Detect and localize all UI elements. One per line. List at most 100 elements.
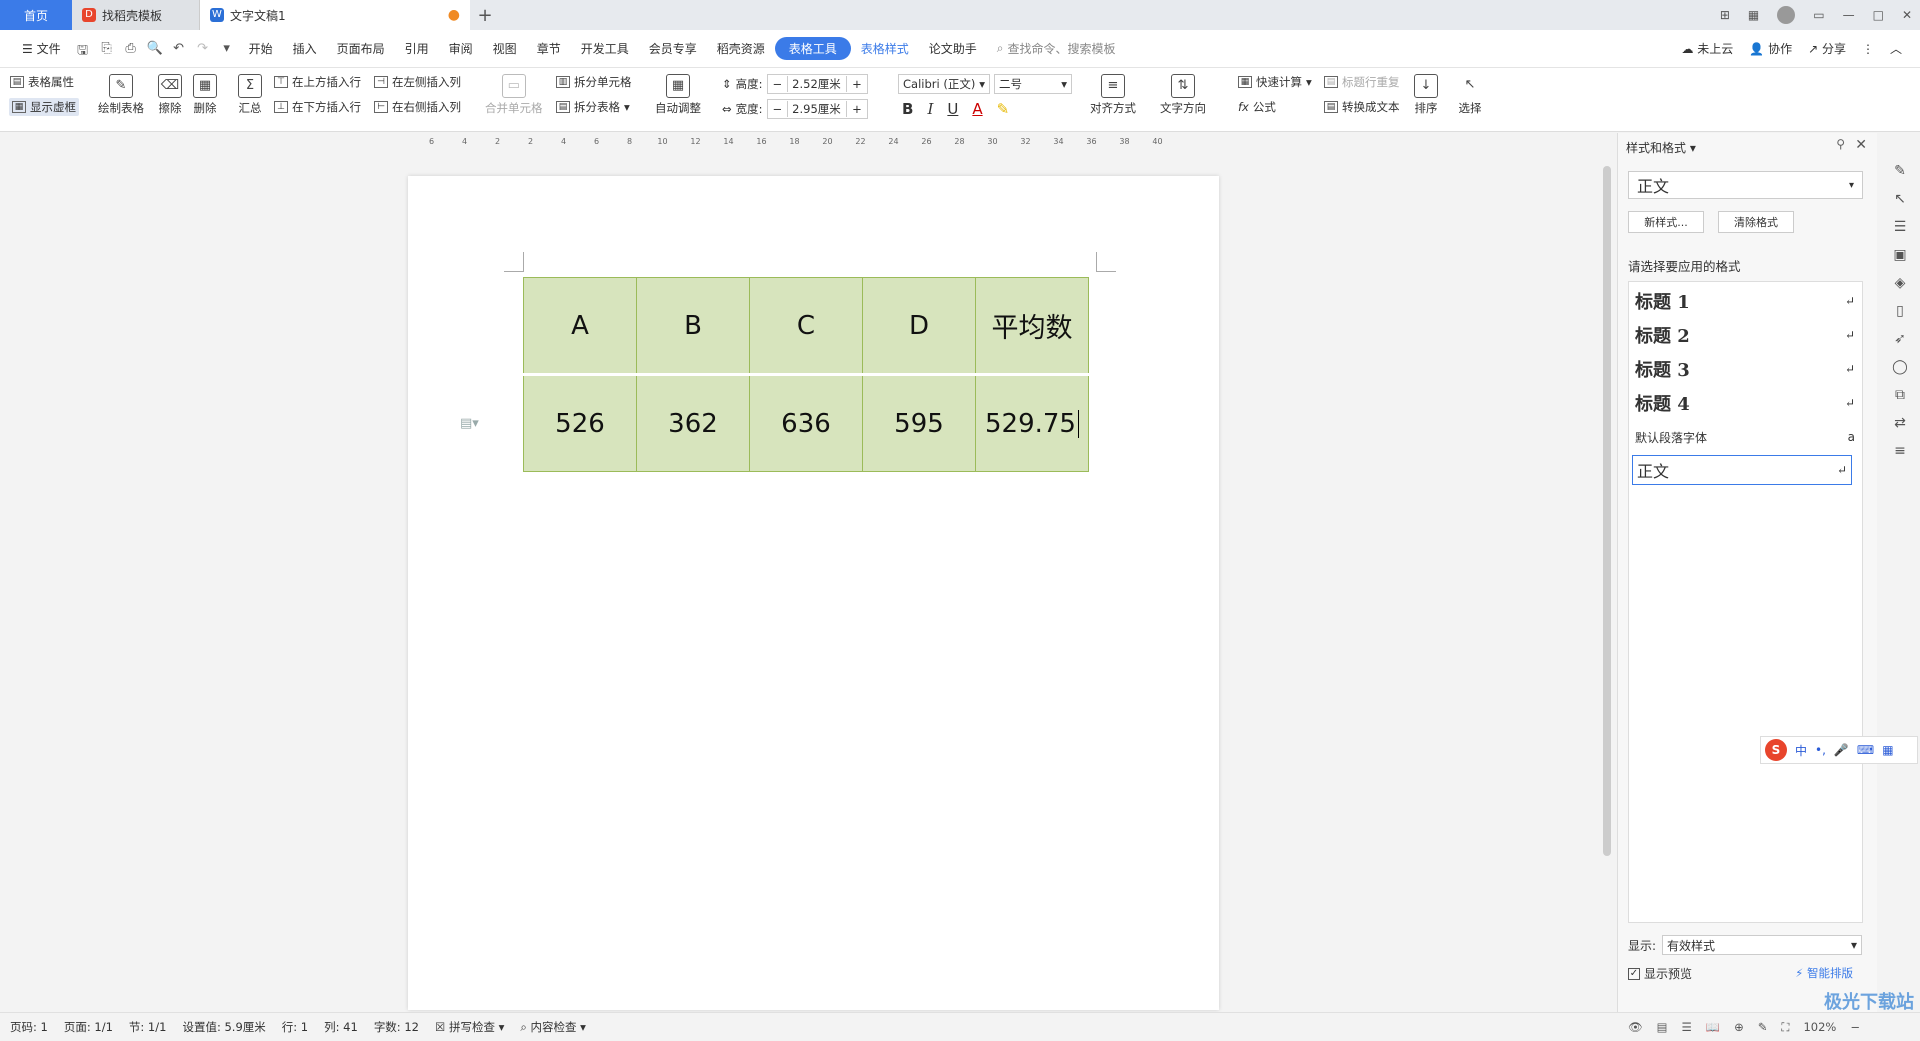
avatar[interactable] <box>1777 6 1796 24</box>
formula-button[interactable]: fx 公式 <box>1238 99 1276 115</box>
menu-view[interactable]: 视图 <box>483 40 527 57</box>
pin-icon[interactable]: ⚲ <box>1836 137 1845 151</box>
menu-start[interactable]: 开始 <box>239 40 283 57</box>
col-width-stepper[interactable]: −2.95厘米 + <box>766 99 868 119</box>
undo-icon[interactable]: ↶ <box>170 41 188 57</box>
ime-punct[interactable]: •, <box>1815 743 1826 757</box>
menu-review[interactable]: 审阅 <box>439 40 483 57</box>
shapes-icon[interactable]: ◯ <box>1892 359 1908 375</box>
horizontal-ruler[interactable]: 6 4 2 2 4 6 8 10 12 14 16 18 20 22 24 26 28 30 32 34 36 38 40 <box>415 132 1195 150</box>
menu-references[interactable]: 引用 <box>395 40 439 57</box>
microphone-icon[interactable]: 🎤 <box>1834 743 1849 757</box>
data-table[interactable]: A B C D 平均数 526 362 636 595 529.75 <box>523 277 1089 472</box>
table-cell[interactable]: 526 <box>523 374 637 472</box>
fit-page-icon[interactable]: ⛶ <box>1781 1020 1789 1035</box>
style-pen-icon[interactable]: ✎ <box>1894 163 1906 179</box>
table-cell[interactable]: D <box>862 277 976 376</box>
status-setting[interactable]: 设置值: 5.9厘米 <box>182 1019 265 1035</box>
share-button[interactable]: ↗ 分享 <box>1808 40 1846 57</box>
print-preview-icon[interactable]: 🔍 <box>146 41 164 57</box>
status-words[interactable]: 字数: 12 <box>374 1019 419 1035</box>
draw-table-button[interactable]: ✎ 绘制表格 <box>98 74 144 116</box>
table-cell[interactable]: 595 <box>862 374 976 472</box>
maximize-button[interactable]: □ <box>1873 8 1884 22</box>
minimize-button[interactable]: — <box>1843 8 1855 22</box>
table-cell[interactable]: A <box>523 277 637 376</box>
grid-icon[interactable]: ▦ <box>1748 8 1759 22</box>
zoom-out-button[interactable]: − <box>1850 1020 1860 1034</box>
width-increase-button[interactable]: + <box>847 102 867 116</box>
status-row[interactable]: 行: 1 <box>282 1019 308 1035</box>
redo-icon[interactable]: ↷ <box>194 41 212 57</box>
tab-table-tools[interactable]: 表格工具 <box>774 37 851 60</box>
pen-icon[interactable]: ✎ <box>1758 1020 1768 1034</box>
sort-button[interactable]: ↓ 排序 <box>1414 74 1438 116</box>
quick-calc-button[interactable]: ▦ 快速计算 ▾ <box>1238 74 1312 90</box>
style-heading-1[interactable]: 标题 1 ↵ <box>1635 286 1855 316</box>
insert-col-right-button[interactable]: ⊢ 在右侧插入列 <box>374 99 461 115</box>
width-value[interactable]: 2.95厘米 <box>787 101 848 117</box>
close-icon[interactable]: ✕ <box>1855 137 1867 153</box>
clear-format-button[interactable]: 清除格式 <box>1718 211 1794 233</box>
collab-button[interactable]: 👤 协作 <box>1749 40 1792 57</box>
restore-tab-icon[interactable]: ▭ <box>1813 8 1824 22</box>
menu-docer-resources[interactable]: 稻壳资源 <box>707 40 775 57</box>
menu-page-layout[interactable]: 页面布局 <box>327 40 395 57</box>
spell-check-button[interactable]: ☒ 拼写检查 ▾ <box>435 1019 504 1035</box>
row-handle-icon[interactable]: ▤▾ <box>460 416 479 431</box>
document-page[interactable]: A B C D 平均数 526 362 636 595 529.75 <box>408 176 1219 1010</box>
collapse-ribbon-icon[interactable]: ︿ <box>1890 40 1902 57</box>
insert-row-above-button[interactable]: ⊤ 在上方插入行 <box>274 74 361 90</box>
rocket-icon[interactable]: ➶ <box>1894 331 1906 347</box>
current-style-select[interactable]: 正文 ▾ <box>1628 171 1863 199</box>
font-color-icon[interactable]: A <box>972 100 982 118</box>
select-button[interactable]: ↖ 选择 <box>1458 74 1482 116</box>
tab-table-style[interactable]: 表格样式 <box>851 40 919 57</box>
align-button[interactable]: ≡ 对齐方式 <box>1090 74 1136 116</box>
apps-icon[interactable]: ▦ <box>1882 743 1893 757</box>
status-page[interactable]: 页码: 1 <box>10 1019 48 1035</box>
export-pdf-icon[interactable]: ⎘ <box>98 41 116 57</box>
font-size-select[interactable]: 二号 ▾ <box>994 74 1072 94</box>
height-increase-button[interactable]: + <box>847 77 867 91</box>
eye-icon[interactable]: 👁 <box>1628 1020 1643 1034</box>
translate-icon[interactable]: ⇄ <box>1894 415 1906 431</box>
document-scrollbar[interactable] <box>1600 136 1614 1012</box>
select-cursor-icon[interactable]: ↖ <box>1894 191 1906 207</box>
table-cell-average[interactable]: 529.75 <box>975 374 1089 472</box>
delete-button[interactable]: ▦ 删除 <box>193 74 217 116</box>
font-family-select[interactable]: Calibri (正文) ▾ <box>898 74 990 94</box>
status-section[interactable]: 节: 1/1 <box>129 1019 167 1035</box>
table-cell[interactable]: 636 <box>749 374 863 472</box>
layout-icon[interactable]: ⊞ <box>1720 8 1730 22</box>
show-gridlines-button[interactable]: ▦ 显示虚框 <box>9 98 79 116</box>
show-filter-select[interactable]: 有效样式 ▾ <box>1662 935 1863 955</box>
style-heading-2[interactable]: 标题 2 ↵ <box>1635 320 1855 350</box>
insert-row-below-button[interactable]: ⊥ 在下方插入行 <box>274 99 361 115</box>
style-default-font[interactable]: 默认段落字体 a <box>1635 422 1855 452</box>
print-icon[interactable]: ⎙ <box>122 41 140 57</box>
image-icon[interactable]: ▣ <box>1893 247 1906 263</box>
status-col[interactable]: 列: 41 <box>324 1019 358 1035</box>
erase-button[interactable]: ⌫ 擦除 <box>158 74 182 116</box>
width-decrease-button[interactable]: − <box>768 102 788 116</box>
command-search[interactable]: ⌕ 查找命令、搜索模板 <box>997 40 1116 57</box>
content-check-button[interactable]: ⌕ 内容检查 ▾ <box>520 1019 586 1035</box>
book-icon[interactable]: ▯ <box>1896 303 1904 319</box>
row-height-stepper[interactable]: −2.52厘米 + <box>766 74 868 94</box>
insert-col-left-button[interactable]: ⊣ 在左侧插入列 <box>374 74 461 90</box>
smart-layout-link[interactable]: ⚡ 智能排版 <box>1795 965 1853 981</box>
show-preview-checkbox[interactable]: ✓ 显示预览 <box>1628 965 1692 982</box>
settings-sliders-icon[interactable]: ☰ <box>1894 219 1907 235</box>
height-decrease-button[interactable]: − <box>768 77 788 91</box>
italic-icon[interactable]: I <box>927 100 933 118</box>
table-cell[interactable]: B <box>636 277 750 376</box>
menu-section[interactable]: 章节 <box>527 40 571 57</box>
menu-developer[interactable]: 开发工具 <box>571 40 639 57</box>
keyboard-icon[interactable]: ⌨ <box>1857 743 1874 757</box>
vertical-ruler[interactable] <box>0 150 16 1010</box>
reading-view-icon[interactable]: 📖 <box>1706 1020 1720 1034</box>
tab-home[interactable]: 首页 <box>0 0 72 30</box>
quick-access-dropdown-icon[interactable]: ▾ <box>218 41 236 57</box>
list-icon[interactable]: ≡ <box>1894 443 1906 459</box>
